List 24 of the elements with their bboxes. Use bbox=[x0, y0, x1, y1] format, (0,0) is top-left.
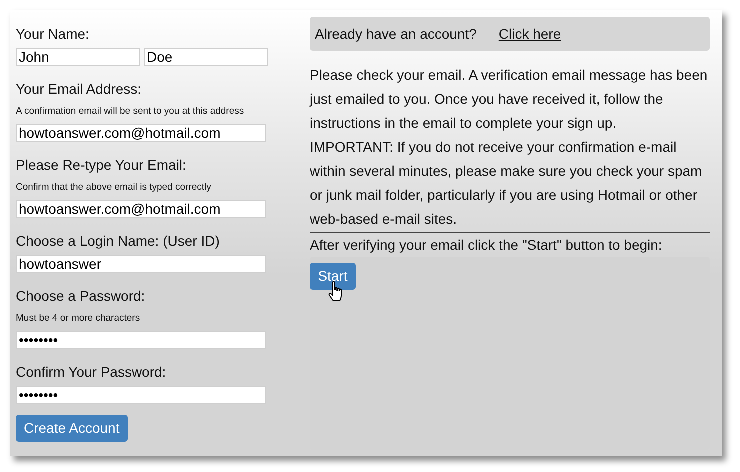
field-label: Choose a Login Name: (User ID) bbox=[16, 232, 221, 250]
input-field[interactable]: howtoanswer bbox=[16, 255, 266, 273]
field-hint: A confirmation email will be sent to you at this address bbox=[16, 106, 246, 118]
input-field[interactable]: John bbox=[16, 48, 140, 66]
input-field[interactable]: Doe bbox=[144, 48, 268, 66]
instruction-text: After verifying your email click the "Start" button to begin: bbox=[310, 236, 664, 255]
message-paragraph: Please check your email. A verification email message has been just emailed to you. Once you have received it, follow the instructions in the email to complete your sign up. bbox=[310, 66, 709, 133]
field-label: Confirm Your Password: bbox=[16, 363, 168, 381]
input-field[interactable]: howtoanswer.com@hotmail.com bbox=[16, 124, 266, 142]
field-label: Choose a Password: bbox=[16, 287, 146, 305]
input-field[interactable]: •••••••• bbox=[16, 331, 266, 349]
message-paragraph: IMPORTANT: If you do not receive your confirmation e-mail within several minutes, please make sure you check your spam or junk mail folder, particularly if you are using Hotmail or other web-based e-mail sites. bbox=[310, 138, 704, 229]
hand-cursor-icon bbox=[328, 281, 344, 303]
input-field[interactable]: •••••••• bbox=[16, 386, 266, 404]
create-account-button[interactable]: Create Account bbox=[16, 415, 128, 442]
input-field[interactable]: howtoanswer.com@hotmail.com bbox=[16, 200, 266, 218]
account-prompt: Already have an account? bbox=[315, 24, 477, 44]
field-hint: Must be 4 or more characters bbox=[16, 313, 142, 325]
field-label: Please Re-type Your Email: bbox=[16, 156, 188, 174]
field-label: Your Name: bbox=[16, 25, 90, 43]
field-hint: Confirm that the above email is typed correctly bbox=[16, 182, 212, 194]
field-label: Your Email Address: bbox=[16, 80, 143, 98]
click-here-link[interactable]: Click here bbox=[498, 24, 562, 44]
start-button[interactable]: Start bbox=[310, 263, 356, 290]
